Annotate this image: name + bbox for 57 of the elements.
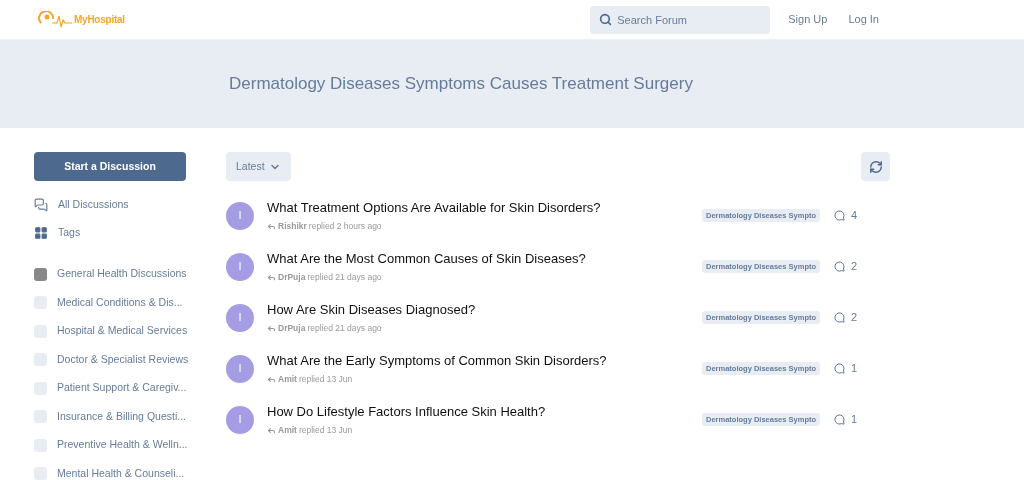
category-link[interactable]: General Health Discussions [57, 266, 187, 282]
user-avatar[interactable]: I [226, 252, 254, 281]
nav-link[interactable]: Sign Up [788, 11, 828, 28]
nav-link[interactable]: Log In [848, 11, 879, 28]
reply-count: 2 [851, 310, 858, 326]
category-link[interactable]: Hospital & Medical Services [57, 323, 188, 339]
user-avatar[interactable]: I [226, 354, 254, 383]
reply-time: replied 2 hours ago [308, 220, 382, 234]
reply-user[interactable]: Amit [278, 424, 297, 438]
category-link[interactable]: Insurance & Billing Questi... [57, 408, 186, 425]
category-link[interactable]: Patient Support & Caregiv... [57, 380, 187, 396]
comment-icon [834, 210, 845, 221]
nav-item[interactable]: Tags [58, 225, 81, 241]
reply-user[interactable]: Amit [278, 373, 297, 387]
nav-item[interactable]: All Discussions [58, 197, 129, 213]
reply-icon [267, 324, 276, 334]
reply-time: replied 13 Jun [298, 424, 353, 438]
reply-user[interactable]: DrPuja [278, 322, 306, 336]
user-avatar[interactable]: I [226, 303, 254, 332]
category-link[interactable]: Doctor & Specialist Reviews [57, 351, 189, 368]
reply-time: replied 21 days ago [307, 271, 382, 285]
category-link[interactable]: Preventive Health & Welln... [57, 437, 188, 453]
comment-icon [834, 261, 845, 272]
reply-count: 1 [851, 412, 858, 428]
reply-count: 4 [851, 208, 858, 224]
grid-icon [34, 226, 48, 240]
category-link[interactable]: Medical Conditions & Dis... [57, 294, 183, 311]
refresh-icon [868, 159, 883, 174]
comment-icon [834, 363, 845, 374]
page-title: Dermatology Diseases Symptoms Causes Treatment Surgery [229, 73, 693, 96]
reply-icon [267, 426, 276, 436]
user-avatar[interactable]: I [226, 405, 254, 434]
reply-icon [267, 222, 276, 232]
sort-dropdown[interactable]: Latest [226, 152, 291, 181]
reply-user[interactable]: Rishikr [278, 220, 307, 234]
reply-icon [267, 375, 276, 385]
category-link[interactable]: Mental Health & Counseli... [57, 465, 185, 480]
start-discussion-button[interactable]: Start a Discussion [34, 152, 186, 181]
discussion-title[interactable]: What Are the Early Symptoms of Common Skin Disorders? [267, 350, 685, 371]
search-field[interactable]: Search Forum [590, 5, 771, 34]
reply-count: 1 [851, 361, 858, 377]
reply-time: replied 13 Jun [298, 373, 353, 387]
refresh-button[interactable] [861, 152, 890, 181]
discussion-title[interactable]: What Treatment Options Are Available for Skin Disorders? [267, 197, 685, 218]
reply-user[interactable]: DrPuja [278, 271, 306, 285]
discussion-title[interactable]: How Do Lifestyle Factors Influence Skin Health? [267, 401, 685, 422]
discussion-title[interactable]: How Are Skin Diseases Diagnosed? [267, 299, 685, 320]
comment-icon [834, 312, 845, 323]
logo-icon [38, 10, 72, 29]
reply-time: replied 21 days ago [307, 322, 382, 336]
discussion-title[interactable]: What Are the Most Common Causes of Skin Diseases? [267, 248, 685, 269]
user-avatar[interactable]: I [226, 201, 254, 230]
comment-icon [834, 414, 845, 425]
reply-count: 2 [851, 259, 858, 275]
search-icon [599, 13, 613, 26]
reply-icon [267, 273, 276, 283]
chat-bubbles-icon [34, 198, 48, 212]
